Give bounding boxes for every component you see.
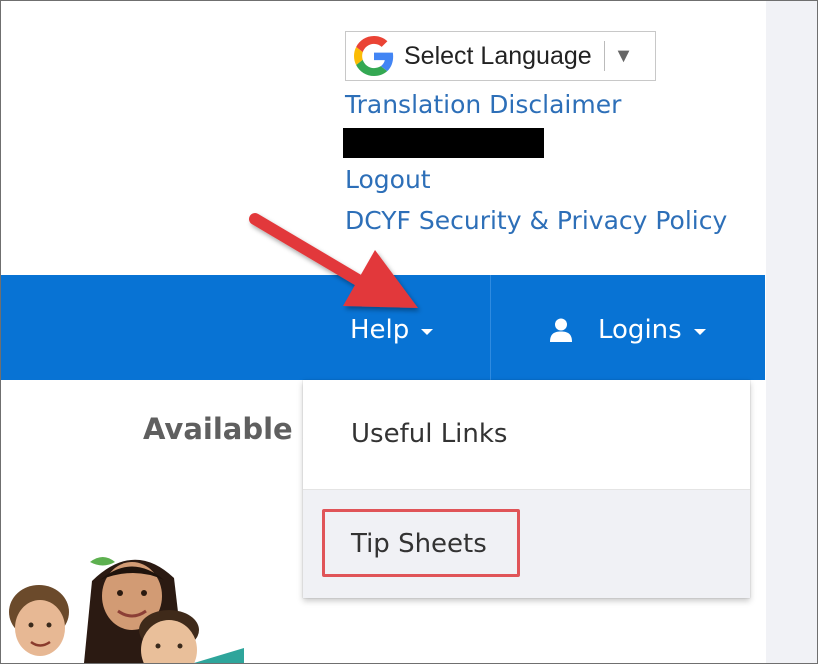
help-menu-label: Help [350,315,410,345]
children-photo [9,557,244,663]
logout-link[interactable]: Logout [345,165,431,194]
caret-down-icon [421,329,434,335]
help-menu-toggle[interactable]: Help [350,310,434,350]
language-select[interactable]: Select Language ▼ [345,31,656,81]
menu-item-useful-links[interactable]: Useful Links [303,380,750,488]
redacted-username [343,128,544,158]
dropdown-arrow-icon[interactable]: ▼ [614,45,634,68]
language-select-label: Select Language [404,41,592,70]
privacy-policy-link[interactable]: DCYF Security & Privacy Policy [345,206,727,235]
navbar-divider [490,275,491,380]
user-icon [550,318,572,342]
page-gutter [766,1,817,663]
available-heading: Available A [143,412,326,446]
logins-menu-label: Logins [598,315,682,345]
caret-down-icon [693,329,706,335]
annotation-highlight-box [322,509,520,577]
logins-menu-toggle[interactable]: Logins [550,310,706,350]
translation-disclaimer-link[interactable]: Translation Disclaimer [345,90,621,119]
language-select-divider [603,41,605,71]
google-g-icon [354,36,394,76]
